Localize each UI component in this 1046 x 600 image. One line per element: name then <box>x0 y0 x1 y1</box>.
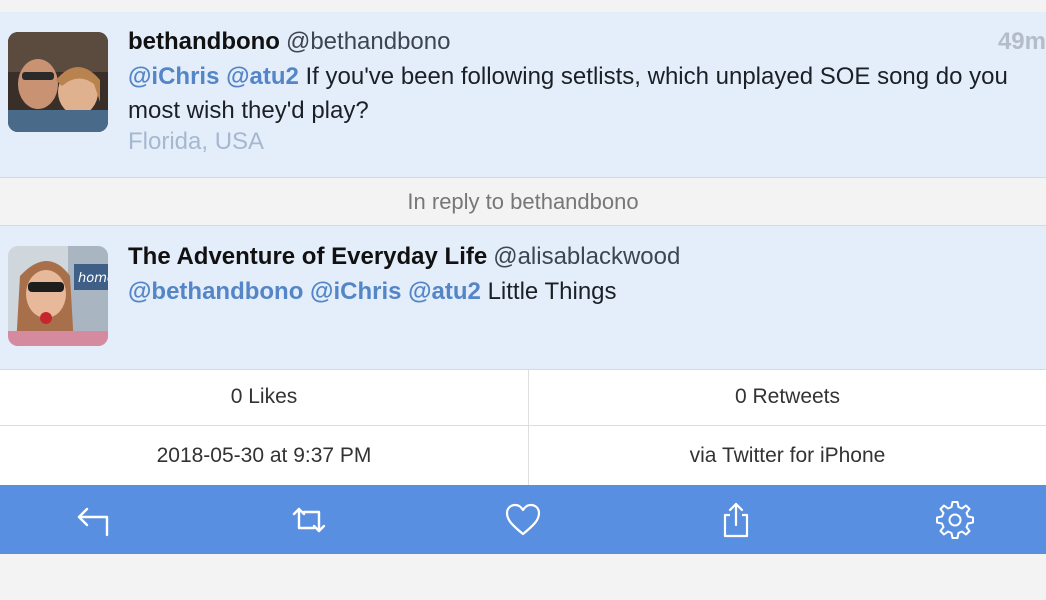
mention-link[interactable]: @iChris <box>128 63 219 90</box>
timestamp: 49m <box>997 28 1046 55</box>
tweet-date: 2018-05-30 at 9:37 PM <box>0 426 529 485</box>
action-toolbar <box>0 485 1046 554</box>
reply-context: In reply to bethandbono <box>0 178 1046 225</box>
tweet-source: via Twitter for iPhone <box>689 444 886 467</box>
heart-icon <box>505 503 541 535</box>
svg-text:home: home <box>78 271 108 286</box>
likes-count[interactable]: 0 Likes <box>0 370 529 426</box>
tweet-text: @bethandbono @iChris @atu2 Little Things <box>128 275 1038 309</box>
top-strip <box>0 0 1046 12</box>
tweet-header: bethandbono @bethandbono <box>128 26 450 58</box>
handle[interactable]: @alisablackwood <box>493 243 680 270</box>
handle[interactable]: @bethandbono <box>286 28 451 55</box>
original-tweet[interactable]: bethandbono @bethandbono 49m @iChris @atu… <box>0 12 1046 178</box>
settings-button[interactable] <box>915 485 995 554</box>
gear-icon <box>936 500 974 539</box>
mention-link[interactable]: @atu2 <box>408 278 481 305</box>
avatar[interactable] <box>8 32 108 132</box>
retweet-icon <box>292 507 326 532</box>
reply-button[interactable] <box>54 485 134 554</box>
mention-link[interactable]: @iChris <box>310 278 401 305</box>
display-name[interactable]: bethandbono <box>128 28 280 55</box>
bottom-area <box>0 554 1046 600</box>
reply-tweet[interactable]: home The Adventure of Everyday Life@alis… <box>0 225 1046 370</box>
retweet-button[interactable] <box>269 485 349 554</box>
share-icon <box>723 502 749 537</box>
tweet-stats: 0 Likes 0 Retweets 2018-05-30 at 9:37 PM… <box>0 370 1046 485</box>
display-name[interactable]: The Adventure of Everyday Life <box>128 243 487 270</box>
mention-link[interactable]: @atu2 <box>226 63 299 90</box>
mention-link[interactable]: @bethandbono <box>128 278 303 305</box>
tweet-body: Little Things <box>487 278 617 305</box>
reply-icon <box>77 507 109 536</box>
location: Florida, USA <box>128 128 265 155</box>
share-button[interactable] <box>696 485 776 554</box>
tweet-text: @iChris @atu2 If you've been following s… <box>128 60 1038 128</box>
like-button[interactable] <box>483 485 563 554</box>
avatar[interactable]: home <box>8 246 108 346</box>
tweet-header: The Adventure of Everyday Life @alisablac… <box>128 241 680 273</box>
retweets-count[interactable]: 0 Retweets <box>529 370 1046 426</box>
